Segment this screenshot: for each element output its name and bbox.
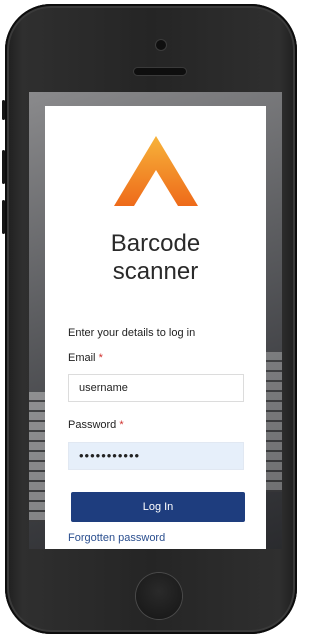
login-card: Barcode scanner Enter your details to lo… (45, 106, 266, 549)
email-field[interactable]: username (68, 374, 244, 402)
chevron-a-logo-icon (114, 136, 198, 206)
volume-up-button (2, 150, 5, 184)
earpiece-speaker (134, 68, 186, 75)
email-label: Email * (68, 352, 103, 364)
email-required-mark: * (98, 352, 103, 364)
password-field[interactable]: ••••••••••• (68, 442, 244, 470)
mute-switch (2, 100, 5, 120)
password-label: Password * (68, 419, 124, 431)
front-camera (156, 40, 166, 50)
app-title-line2: scanner (112, 258, 199, 285)
password-label-text: Password (68, 419, 117, 431)
home-button[interactable] (136, 573, 182, 619)
password-required-mark: * (119, 419, 124, 431)
email-label-text: Email (68, 352, 96, 364)
app-title: Barcode scanner (45, 230, 266, 286)
forgotten-password-link[interactable]: Forgotten password (68, 532, 165, 544)
login-intro-text: Enter your details to log in (68, 327, 196, 339)
phone-screen: Barcode scanner Enter your details to lo… (29, 92, 282, 549)
background-photo-keyboard-right (266, 352, 282, 492)
app-title-line1: Barcode (110, 230, 201, 257)
volume-down-button (2, 200, 5, 234)
login-button[interactable]: Log In (71, 492, 245, 522)
